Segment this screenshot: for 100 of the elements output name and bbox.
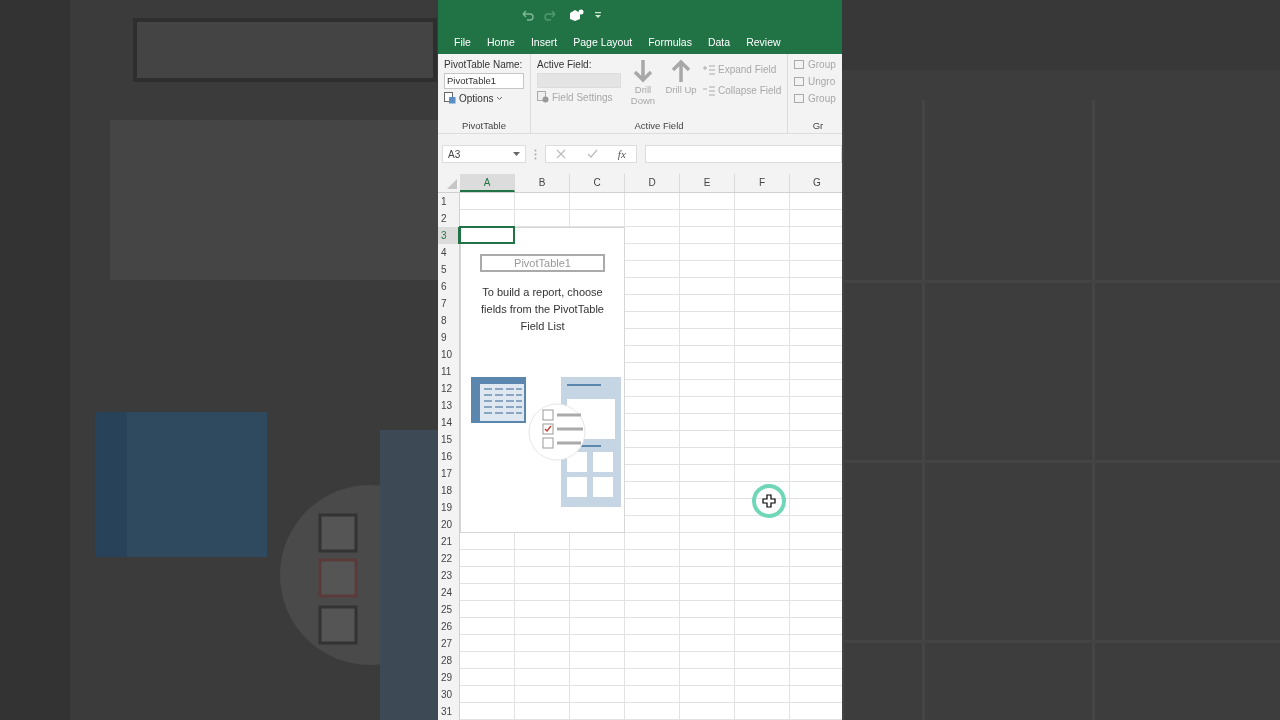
grid-cell[interactable] [515, 601, 570, 618]
grid-cell[interactable] [680, 193, 735, 210]
grid-cell[interactable] [680, 312, 735, 329]
grid-cell[interactable] [570, 584, 625, 601]
ribbon-tab[interactable]: File [446, 36, 479, 48]
grid-cell[interactable] [735, 261, 790, 278]
row-header[interactable]: 14 [438, 414, 460, 431]
grid-cell[interactable] [625, 703, 680, 720]
grid-cell[interactable] [680, 465, 735, 482]
grid-cell[interactable] [570, 686, 625, 703]
row-header[interactable]: 26 [438, 618, 460, 635]
grid-cell[interactable] [625, 550, 680, 567]
grid-cell[interactable] [570, 635, 625, 652]
grid-cell[interactable] [735, 227, 790, 244]
name-box[interactable]: A3 [442, 145, 526, 164]
grid-cell[interactable] [735, 295, 790, 312]
grid-cell[interactable] [680, 244, 735, 261]
column-header[interactable]: C [570, 174, 625, 192]
grid-cell[interactable] [735, 703, 790, 720]
grid-cell[interactable] [625, 686, 680, 703]
grid-cell[interactable] [625, 601, 680, 618]
row-header[interactable]: 7 [438, 295, 460, 312]
grid-cell[interactable] [735, 431, 790, 448]
pivottable-name-field[interactable]: PivotTable1 [444, 73, 524, 90]
row-header[interactable]: 31 [438, 703, 460, 720]
grid-cell[interactable] [570, 550, 625, 567]
row-header[interactable]: 28 [438, 652, 460, 669]
grid-cell[interactable] [625, 567, 680, 584]
grid-cell[interactable] [680, 482, 735, 499]
grid-cell[interactable] [680, 499, 735, 516]
grid-cell[interactable] [680, 397, 735, 414]
grid-cell[interactable] [735, 618, 790, 635]
row-header[interactable]: 15 [438, 431, 460, 448]
undo-icon[interactable] [520, 8, 534, 21]
grid-cell[interactable] [570, 193, 625, 210]
row-header[interactable]: 11 [438, 363, 460, 380]
grid-cell[interactable] [515, 669, 570, 686]
ribbon-tab[interactable]: Review [738, 36, 789, 48]
grid-cell[interactable] [515, 686, 570, 703]
row-header[interactable]: 19 [438, 499, 460, 516]
grid-cell[interactable] [460, 567, 515, 584]
grid-cell[interactable] [735, 363, 790, 380]
row-header[interactable]: 25 [438, 601, 460, 618]
grid-cell[interactable] [460, 635, 515, 652]
grid-cell[interactable] [460, 601, 515, 618]
grid-cell[interactable] [570, 652, 625, 669]
grid-cell[interactable] [515, 567, 570, 584]
row-header[interactable]: 8 [438, 312, 460, 329]
ribbon-tab[interactable]: Data [699, 36, 739, 48]
grid-cell[interactable] [625, 584, 680, 601]
grid-cell[interactable] [680, 567, 735, 584]
grid-cell[interactable] [735, 193, 790, 210]
row-header[interactable]: 4 [438, 244, 460, 261]
grid-cell[interactable] [680, 550, 735, 567]
row-header[interactable]: 13 [438, 397, 460, 414]
grid-cell[interactable] [680, 210, 735, 227]
redo-icon[interactable] [544, 8, 558, 21]
grid-cell[interactable] [515, 652, 570, 669]
grid-cell[interactable] [735, 346, 790, 363]
column-header[interactable]: E [680, 174, 735, 192]
grid-cell[interactable] [460, 618, 515, 635]
grid-cell[interactable] [735, 448, 790, 465]
grid-cell[interactable] [460, 669, 515, 686]
grid-cell[interactable] [680, 329, 735, 346]
check-icon[interactable] [586, 149, 598, 160]
grid-cell[interactable] [680, 601, 735, 618]
selected-cell[interactable] [459, 226, 515, 244]
column-header[interactable]: A [460, 174, 515, 192]
grid-cell[interactable] [735, 635, 790, 652]
row-header[interactable]: 27 [438, 635, 460, 652]
grid-cell[interactable] [735, 601, 790, 618]
grid-cell[interactable] [625, 210, 680, 227]
grid-cell[interactable] [515, 618, 570, 635]
grid-cell[interactable] [625, 618, 680, 635]
grid-cell[interactable] [625, 669, 680, 686]
row-header[interactable]: 17 [438, 465, 460, 482]
grid-cell[interactable] [460, 193, 515, 210]
ribbon-tab[interactable]: Formulas [640, 36, 700, 48]
grid-cell[interactable] [735, 414, 790, 431]
grid-cell[interactable] [680, 584, 735, 601]
grid-cell[interactable] [460, 686, 515, 703]
grid-cell[interactable] [680, 295, 735, 312]
grid-cell[interactable] [570, 601, 625, 618]
row-header[interactable]: 18 [438, 482, 460, 499]
column-header[interactable]: B [515, 174, 570, 192]
grid-cell[interactable] [680, 278, 735, 295]
grid-cell[interactable] [735, 669, 790, 686]
grid-cell[interactable] [735, 567, 790, 584]
grid-cell[interactable] [625, 533, 680, 550]
grid-cell[interactable] [680, 533, 735, 550]
row-header[interactable]: 22 [438, 550, 460, 567]
grid-cell[interactable] [680, 686, 735, 703]
column-header[interactable]: D [625, 174, 680, 192]
grid-cell[interactable] [735, 397, 790, 414]
grid-cell[interactable] [680, 346, 735, 363]
grid-cell[interactable] [735, 380, 790, 397]
grid-cell[interactable] [735, 652, 790, 669]
row-header[interactable]: 12 [438, 380, 460, 397]
grid-cell[interactable] [625, 635, 680, 652]
row-header[interactable]: 3 [438, 227, 460, 244]
